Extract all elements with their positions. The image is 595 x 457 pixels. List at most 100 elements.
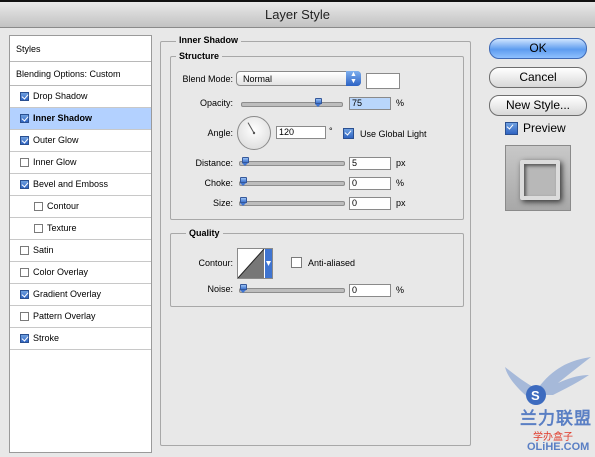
anti-aliased-label: Anti-aliased <box>308 258 356 268</box>
styles-list-panel: Styles Blending Options: Custom Drop Sha… <box>9 35 152 453</box>
choke-slider-thumb[interactable] <box>240 177 247 186</box>
style-item-checkbox[interactable] <box>20 114 29 123</box>
window-title: Layer Style <box>264 7 331 22</box>
style-item-label: Color Overlay <box>33 267 89 277</box>
style-item-checkbox[interactable] <box>20 92 29 101</box>
new-style-button[interactable]: New Style... <box>489 95 587 116</box>
style-item-label: Stroke <box>33 333 60 343</box>
watermark-site: OLiHE.COM <box>527 441 590 453</box>
distance-slider-thumb[interactable] <box>242 157 249 166</box>
noise-slider-track[interactable] <box>239 288 345 293</box>
watermark-brand-cn: 兰力联盟 <box>520 409 592 428</box>
style-item-checkbox[interactable] <box>20 312 29 321</box>
style-item[interactable]: Inner Glow <box>10 152 151 174</box>
style-item[interactable]: Contour <box>10 196 151 218</box>
preview-checkbox[interactable] <box>505 122 518 135</box>
style-item-label: Satin <box>33 245 54 255</box>
noise-unit: % <box>396 285 405 295</box>
style-preview-thumbnail <box>505 145 571 211</box>
angle-input[interactable]: 120 <box>276 126 326 139</box>
choke-unit: % <box>396 178 405 188</box>
shadow-color-swatch[interactable] <box>366 73 400 89</box>
opacity-slider-track[interactable] <box>241 102 343 107</box>
styles-header[interactable]: Styles <box>10 36 151 62</box>
opacity-unit: % <box>396 98 405 108</box>
opacity-input[interactable]: 75 <box>349 97 391 110</box>
distance-slider-track[interactable] <box>239 161 345 166</box>
quality-title: Quality <box>186 228 223 238</box>
contour-label: Contour: <box>198 258 233 268</box>
distance-input[interactable]: 5 <box>349 157 391 170</box>
style-item-label: Outer Glow <box>33 135 79 145</box>
menu-strip <box>0 0 595 2</box>
angle-needle-icon <box>247 122 256 135</box>
choke-input[interactable]: 0 <box>349 177 391 190</box>
blending-options-item[interactable]: Blending Options: Custom <box>10 62 151 86</box>
style-item-checkbox[interactable] <box>20 268 29 277</box>
preview-label: Preview <box>523 121 566 135</box>
styles-header-label: Styles <box>16 44 41 54</box>
cancel-button[interactable]: Cancel <box>489 67 587 88</box>
quality-fieldset <box>170 233 464 307</box>
inner-shadow-title: Inner Shadow <box>176 35 242 45</box>
style-item[interactable]: Drop Shadow <box>10 86 151 108</box>
style-item-label: Texture <box>47 223 77 233</box>
style-item[interactable]: Stroke <box>10 328 151 350</box>
style-item[interactable]: Gradient Overlay <box>10 284 151 306</box>
style-item-checkbox[interactable] <box>20 246 29 255</box>
structure-title: Structure <box>176 51 223 61</box>
style-item[interactable]: Satin <box>10 240 151 262</box>
size-unit: px <box>396 198 406 208</box>
style-item-checkbox[interactable] <box>20 334 29 343</box>
preview-square-shape <box>520 160 560 200</box>
size-label: Size: <box>212 198 233 208</box>
blend-mode-select[interactable]: Normal ▲ ▼ <box>236 71 361 86</box>
svg-text:S: S <box>531 388 540 403</box>
noise-slider-thumb[interactable] <box>240 284 247 293</box>
noise-label: Noise: <box>207 284 233 294</box>
style-item[interactable]: Outer Glow <box>10 130 151 152</box>
style-item-checkbox[interactable] <box>34 224 43 233</box>
blending-options-label: Blending Options: Custom <box>16 69 121 79</box>
contour-curve-icon <box>238 249 272 278</box>
style-item-checkbox[interactable] <box>20 136 29 145</box>
style-item-label: Inner Glow <box>33 157 77 167</box>
choke-label: Choke: <box>204 178 233 188</box>
opacity-slider-thumb[interactable] <box>314 98 322 107</box>
style-item-label: Bevel and Emboss <box>33 179 109 189</box>
use-global-light-label: Use Global Light <box>360 129 427 139</box>
ok-button[interactable]: OK <box>489 38 587 59</box>
style-item[interactable]: Color Overlay <box>10 262 151 284</box>
contour-picker[interactable] <box>237 248 273 279</box>
style-item-checkbox[interactable] <box>34 202 43 211</box>
distance-label: Distance: <box>195 158 233 168</box>
size-slider-track[interactable] <box>239 201 345 206</box>
use-global-light-checkbox[interactable] <box>343 128 354 139</box>
style-item-label: Drop Shadow <box>33 91 88 101</box>
style-item-checkbox[interactable] <box>20 180 29 189</box>
angle-label: Angle: <box>207 128 233 138</box>
distance-unit: px <box>396 158 406 168</box>
style-item-label: Contour <box>47 201 80 211</box>
title-bar: Layer Style <box>0 0 595 28</box>
blend-mode-value: Normal <box>243 74 273 84</box>
style-item[interactable]: Texture <box>10 218 151 240</box>
angle-dial[interactable] <box>237 116 271 150</box>
style-item[interactable]: Bevel and Emboss <box>10 174 151 196</box>
style-item[interactable]: Inner Shadow <box>10 108 151 130</box>
style-item-label: Gradient Overlay <box>33 289 102 299</box>
choke-slider-track[interactable] <box>239 181 345 186</box>
opacity-label: Opacity: <box>199 98 233 108</box>
size-slider-thumb[interactable] <box>240 197 247 206</box>
blend-mode-label: Blend Mode: <box>182 74 233 84</box>
style-item-label: Pattern Overlay <box>33 311 96 321</box>
angle-unit: ° <box>329 126 333 136</box>
anti-aliased-checkbox[interactable] <box>291 257 302 268</box>
style-item-checkbox[interactable] <box>20 290 29 299</box>
style-item-checkbox[interactable] <box>20 158 29 167</box>
size-input[interactable]: 0 <box>349 197 391 210</box>
style-item-label: Inner Shadow <box>33 113 93 123</box>
chevron-updown-icon: ▲ ▼ <box>346 71 361 86</box>
style-item[interactable]: Pattern Overlay <box>10 306 151 328</box>
noise-input[interactable]: 0 <box>349 284 391 297</box>
